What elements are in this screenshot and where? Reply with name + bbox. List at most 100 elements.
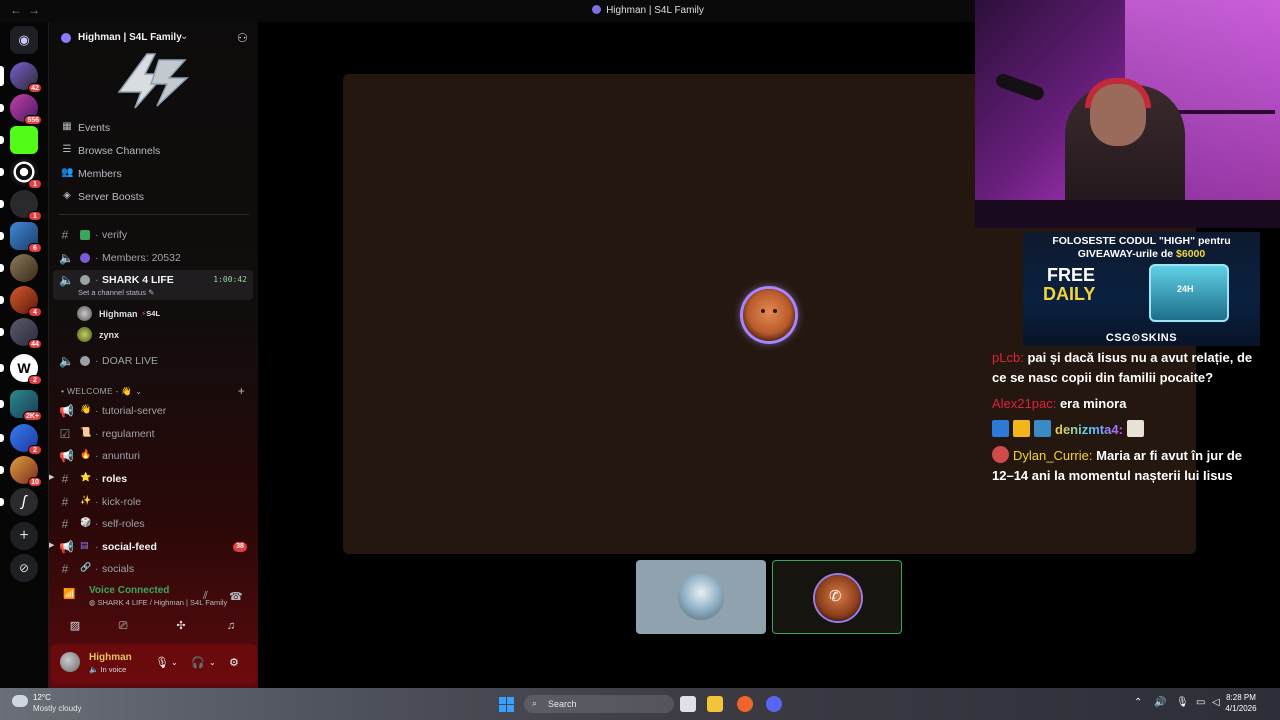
screen-share-icon[interactable]: ⎚ bbox=[101, 615, 145, 637]
channel-emoji: ✨ bbox=[80, 495, 92, 505]
invite-people-icon[interactable]: ⚇ bbox=[237, 31, 248, 45]
server-banner-logo bbox=[117, 53, 189, 109]
clock-time[interactable]: 8:28 PM bbox=[1226, 693, 1256, 702]
unread-indicator bbox=[0, 400, 4, 408]
server-icon[interactable]: 2K+ bbox=[0, 390, 42, 421]
ad-line-2-text: GIVEAWAY-urile de bbox=[1077, 248, 1177, 260]
member-tag: ⚡S4L bbox=[141, 309, 160, 318]
chevron-down-icon[interactable]: ⌄ bbox=[209, 658, 216, 667]
server-icon[interactable]: 556 bbox=[0, 94, 42, 125]
unread-indicator bbox=[0, 466, 4, 474]
speaker-icon: 🔈 bbox=[59, 354, 74, 368]
speaking-avatar[interactable] bbox=[743, 289, 795, 341]
server-icon[interactable]: 10 bbox=[0, 456, 42, 487]
channel-regulament[interactable]: ☑ 📜 · regulament bbox=[53, 424, 253, 444]
camera-off-icon[interactable]: ▨ bbox=[53, 615, 97, 637]
separator: · bbox=[95, 518, 99, 530]
participant-tile[interactable] bbox=[636, 560, 766, 634]
signal-icon[interactable]: 📶 bbox=[63, 589, 75, 600]
voice-status[interactable]: Voice Connected bbox=[89, 585, 169, 596]
call-timer: 1:00:42 bbox=[213, 275, 247, 284]
kick-server-icon[interactable] bbox=[0, 126, 38, 154]
separator: · bbox=[95, 496, 99, 508]
chevron-up-icon[interactable]: ⌃ bbox=[1134, 697, 1142, 708]
server-icon[interactable]: ʃ bbox=[0, 488, 38, 516]
calendar-icon: ▦ bbox=[62, 121, 72, 132]
separator: · bbox=[95, 355, 99, 367]
gear-icon[interactable]: ⚙ bbox=[229, 656, 239, 669]
channel-socials[interactable]: # 🔗 · socials bbox=[53, 559, 253, 579]
network-icon[interactable]: ▭ bbox=[1196, 697, 1205, 708]
weather-condition[interactable]: Mostly cloudy bbox=[33, 704, 81, 713]
user-icon bbox=[80, 253, 90, 263]
cloud-icon[interactable] bbox=[12, 695, 28, 707]
chevron-down-icon[interactable]: ⌄ bbox=[180, 31, 188, 42]
disconnect-icon[interactable]: ☎ bbox=[229, 590, 243, 603]
chevron-down-icon: ⌄ bbox=[134, 386, 143, 396]
add-server-icon[interactable]: + bbox=[10, 522, 38, 550]
microphone-icon[interactable]: 🎙 bbox=[1176, 697, 1189, 708]
server-icon[interactable]: 44 bbox=[0, 318, 42, 349]
windows-start-icon[interactable] bbox=[499, 697, 514, 712]
rules-icon: ☑ bbox=[59, 427, 71, 441]
add-channel-icon[interactable]: + bbox=[238, 384, 245, 398]
channel-social-feed[interactable]: ▶ 📢 ▤ · social-feed 38 bbox=[49, 537, 253, 557]
discover-icon[interactable]: ⊘ bbox=[10, 554, 38, 582]
speaker-icon[interactable]: 🔊 bbox=[1154, 697, 1166, 708]
server-icon[interactable] bbox=[0, 254, 38, 282]
separator: · bbox=[95, 405, 99, 417]
direct-messages-icon[interactable]: ◉ bbox=[10, 26, 38, 54]
server-boosts-menu-item[interactable]: ◈ Server Boosts bbox=[59, 187, 249, 207]
participant-tile-active[interactable]: ✆ bbox=[772, 560, 902, 634]
unread-indicator bbox=[0, 136, 4, 144]
channel-label: kick-role bbox=[102, 496, 142, 508]
channel-kick-role[interactable]: # ✨ · kick-role bbox=[53, 492, 253, 512]
channel-status[interactable]: Set a channel status ✎ bbox=[78, 288, 154, 297]
channel-anunturi[interactable]: 📢 🔥 · anunturi bbox=[53, 446, 253, 466]
server-icon[interactable]: 1 bbox=[0, 158, 42, 189]
server-icon bbox=[592, 5, 602, 14]
hashtag-icon: # bbox=[61, 228, 69, 242]
category-welcome[interactable]: • WELCOME - 👋 ⌄ + bbox=[61, 384, 251, 400]
members-menu-item[interactable]: 👥 Members bbox=[59, 164, 249, 184]
menu-label: Members bbox=[78, 168, 122, 180]
server-icon[interactable]: 6 bbox=[0, 222, 42, 253]
clock-date[interactable]: 4/1/2026 bbox=[1220, 704, 1262, 713]
taskbar-search[interactable]: ⌕ Search bbox=[524, 695, 674, 713]
weather-temp[interactable]: 12°C bbox=[33, 693, 51, 702]
brave-browser-icon[interactable] bbox=[737, 696, 753, 712]
channel-roles[interactable]: ▶ # ⭐ · roles bbox=[49, 469, 253, 489]
file-explorer-icon[interactable] bbox=[707, 696, 723, 712]
avatar[interactable] bbox=[60, 652, 80, 672]
channel-self-roles[interactable]: # 🎲 · self-roles bbox=[53, 514, 253, 534]
microphone-arm bbox=[994, 71, 1046, 103]
browse-channels-menu-item[interactable]: ☰ Browse Channels bbox=[59, 141, 249, 161]
activities-icon[interactable]: ✣ bbox=[159, 615, 203, 637]
channel-label: social-feed bbox=[102, 541, 157, 553]
task-view-icon[interactable] bbox=[680, 696, 696, 712]
server-icon[interactable]: 42 bbox=[0, 62, 42, 93]
separator: · bbox=[95, 563, 99, 575]
chevron-down-icon[interactable]: ⌄ bbox=[171, 658, 178, 667]
volume-icon[interactable]: ◁ bbox=[1212, 697, 1220, 708]
username[interactable]: Highman bbox=[89, 652, 132, 663]
microphone-icon[interactable]: 🎙 bbox=[155, 656, 169, 669]
server-icon[interactable]: W2 bbox=[0, 354, 42, 385]
csg-skins-server-icon[interactable]: 1 bbox=[0, 190, 42, 221]
server-icon[interactable]: 4 bbox=[0, 286, 42, 317]
megaphone-icon: 📢 bbox=[59, 449, 74, 463]
megaphone-icon: 📢 bbox=[59, 404, 74, 418]
events-menu-item[interactable]: ▦ Events bbox=[59, 118, 249, 138]
server-icon[interactable]: 2 bbox=[0, 424, 42, 455]
voice-channel-shark-4-life[interactable]: 🔈 · SHARK 4 LIFE 1:00:42 Set a channel statu… bbox=[53, 270, 253, 300]
channel-tutorial-server[interactable]: 📢 👋 · tutorial-server bbox=[53, 401, 253, 421]
headphones-icon[interactable]: 🎧 bbox=[191, 656, 205, 669]
channel-label: roles bbox=[102, 473, 128, 485]
noise-suppression-icon[interactable]: ⫽ bbox=[203, 590, 208, 603]
discord-icon[interactable] bbox=[766, 696, 782, 712]
channel-members-count[interactable]: 🔈 · Members: 20532 bbox=[53, 248, 253, 268]
channel-label: Members: 20532 bbox=[102, 252, 181, 264]
soundboard-icon[interactable]: ♫ bbox=[209, 615, 253, 637]
channel-verify[interactable]: # · verify bbox=[53, 225, 253, 245]
voice-channel-doar-live[interactable]: 🔈 · DOAR LIVE bbox=[53, 351, 253, 371]
